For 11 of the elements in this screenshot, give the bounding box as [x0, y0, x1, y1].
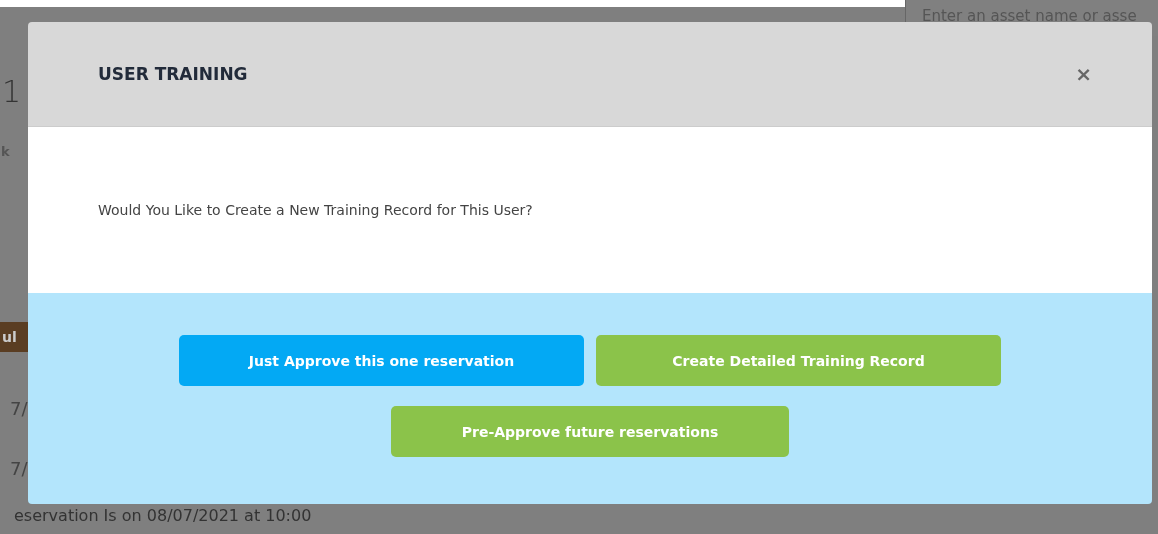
dialog-title: USER TRAINING: [98, 64, 248, 84]
close-button[interactable]: ×: [1071, 62, 1096, 86]
status-badge: ul: [0, 322, 28, 352]
approve-button[interactable]: Just Approve this one reservation: [179, 335, 584, 386]
record-button[interactable]: Pre-Approve future reservations: [391, 406, 789, 457]
date-text: 7/: [10, 458, 28, 479]
record-button[interactable]: Create Detailed Training Record: [596, 335, 1001, 386]
date-text: 7/: [10, 398, 28, 419]
dialog-message: Would You Like to Create a New Training Record for This User?: [98, 202, 533, 218]
heading-text: 1: [2, 74, 22, 109]
reservation-text: eservation Is on 08/07/2021 at 10:00: [14, 506, 312, 525]
